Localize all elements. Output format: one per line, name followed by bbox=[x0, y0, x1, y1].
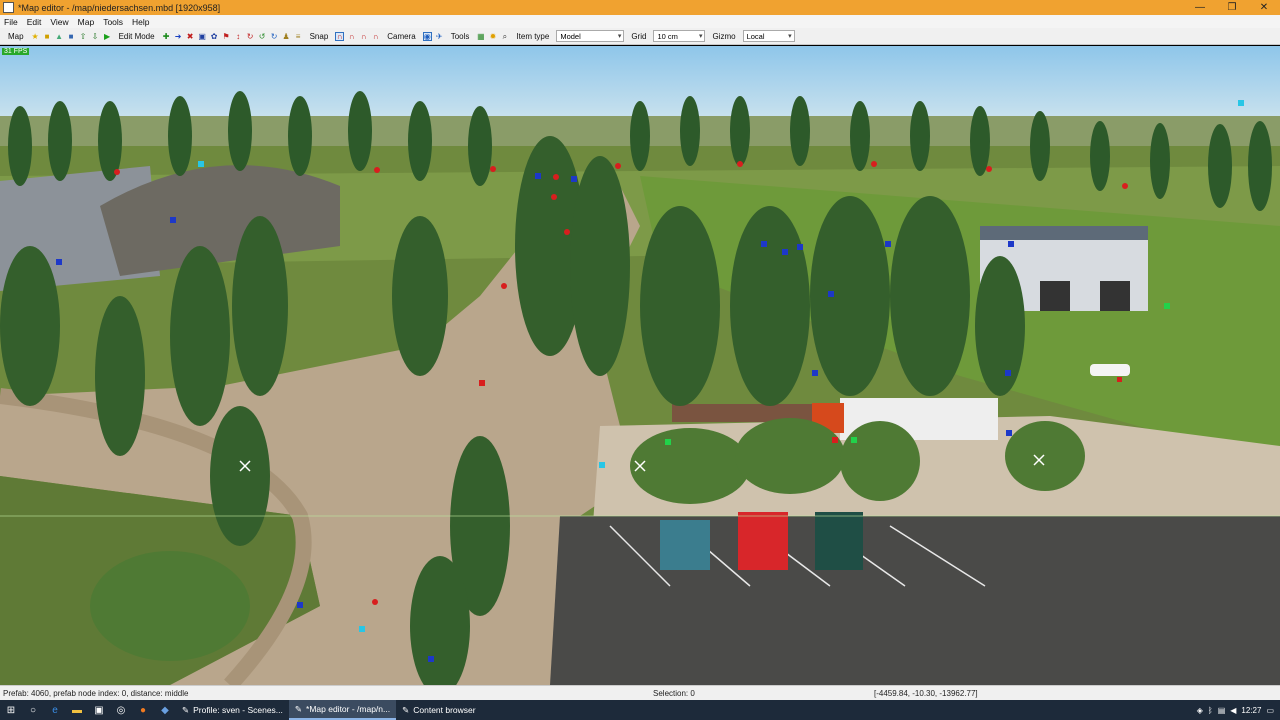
browser-icon[interactable]: e bbox=[44, 700, 66, 720]
search-icon[interactable]: ⌕ bbox=[500, 32, 509, 41]
map-toolbar-label: Map bbox=[8, 31, 24, 41]
clock[interactable]: 12:27 bbox=[1241, 706, 1261, 715]
download-icon[interactable]: ⇩ bbox=[91, 32, 100, 41]
3d-viewport[interactable]: 31 FPS bbox=[0, 46, 1280, 685]
save-icon[interactable]: ■ bbox=[67, 32, 76, 41]
magnet-terrain-icon[interactable]: ∩ bbox=[371, 32, 380, 41]
refresh-icon[interactable]: ↻ bbox=[270, 32, 279, 41]
menu-edit[interactable]: Edit bbox=[27, 17, 42, 27]
chevron-down-icon: ▾ bbox=[788, 33, 792, 40]
status-bar: Prefab: 4060, prefab node index: 0, dist… bbox=[0, 685, 1280, 700]
open-map-icon[interactable]: ▲ bbox=[55, 32, 64, 41]
star-icon[interactable]: ★ bbox=[31, 32, 40, 41]
arrow-right-icon[interactable]: ➜ bbox=[174, 32, 183, 41]
scene-render bbox=[0, 46, 1280, 685]
cursor-coordinates: [-4459.84, -10.30, -13962.77] bbox=[874, 688, 978, 698]
close-button[interactable]: ✕ bbox=[1248, 0, 1280, 15]
tools-label: Tools bbox=[450, 31, 470, 41]
app-icon bbox=[3, 2, 14, 13]
taskbar-app-profile[interactable]: ✎ Profile: sven - Scenes... bbox=[176, 700, 289, 720]
rotate-ccw-icon[interactable]: ↺ bbox=[258, 32, 267, 41]
bluetooth-icon[interactable]: ᛒ bbox=[1208, 706, 1213, 715]
play-icon[interactable]: ▶ bbox=[103, 32, 112, 41]
magnet-grid-icon[interactable]: ∩ bbox=[359, 32, 368, 41]
menu-view[interactable]: View bbox=[50, 17, 68, 27]
volume-icon[interactable]: ◀ bbox=[1230, 706, 1236, 715]
grid-select[interactable]: 10 cm ▾ bbox=[653, 30, 706, 42]
taskbar-app-content-browser[interactable]: ✎ Content browser bbox=[396, 700, 482, 720]
shield-icon[interactable]: ◈ bbox=[1197, 706, 1203, 715]
windows-start-icon[interactable]: ⊞ bbox=[0, 700, 22, 720]
taskbar-app-map-editor[interactable]: ✎ *Map editor - /map/n... bbox=[288, 700, 397, 720]
menu-tools[interactable]: Tools bbox=[103, 17, 123, 27]
restore-button[interactable]: ❐ bbox=[1216, 0, 1248, 15]
item-type-label: Item type bbox=[516, 31, 550, 41]
grid-label: Grid bbox=[631, 31, 647, 41]
network-icon[interactable]: ▤ bbox=[1218, 706, 1226, 715]
magnet-icon[interactable]: ∩ bbox=[335, 31, 345, 41]
properties-icon[interactable]: ▣ bbox=[198, 32, 207, 41]
editor-icon: ✎ bbox=[402, 704, 410, 715]
menu-help[interactable]: Help bbox=[132, 17, 149, 27]
folder-icon[interactable]: ▬ bbox=[66, 700, 88, 720]
menu-map[interactable]: Map bbox=[78, 17, 95, 27]
person-icon[interactable]: ♟ bbox=[282, 32, 291, 41]
gizmo-label: Gizmo bbox=[712, 31, 736, 41]
app-icon[interactable]: ◆ bbox=[154, 700, 176, 720]
gear-icon[interactable]: ✿ bbox=[210, 32, 219, 41]
prefab-info: Prefab: 4060, prefab node index: 0, dist… bbox=[3, 688, 189, 698]
store-icon[interactable]: ▣ bbox=[88, 700, 110, 720]
magnet-node-icon[interactable]: ∩ bbox=[347, 32, 356, 41]
chevron-down-icon: ▾ bbox=[617, 33, 622, 40]
layers-icon[interactable]: ≡ bbox=[294, 32, 303, 41]
toolbar: Map ★ ■ ▲ ■ ⇧ ⇩ ▶ Edit Mode ✚ ➜ ✖ ▣ ✿ ⚑ … bbox=[0, 28, 1280, 45]
snap-label: Snap bbox=[309, 31, 329, 41]
menu-bar: File Edit View Map Tools Help bbox=[0, 15, 1280, 28]
window-controls: — ❐ ✕ bbox=[1184, 0, 1280, 15]
height-icon[interactable]: ↕ bbox=[234, 32, 243, 41]
camera-fly-icon[interactable]: ✈ bbox=[435, 32, 444, 41]
edit-mode-label: Edit Mode bbox=[118, 31, 155, 41]
editor-icon: ✎ bbox=[182, 704, 190, 715]
selection-count: Selection: 0 bbox=[653, 688, 695, 698]
flag-icon[interactable]: ⚑ bbox=[222, 32, 231, 41]
camera-label: Camera bbox=[387, 31, 416, 41]
rotate-icon[interactable]: ↻ bbox=[246, 32, 255, 41]
search-icon[interactable]: ○ bbox=[22, 700, 44, 720]
title-bar: *Map editor - /map/niedersachsen.mbd [19… bbox=[0, 0, 1280, 15]
system-tray: ◈ ᛒ ▤ ◀ 12:27 ▭ bbox=[1197, 706, 1280, 715]
camera-icon[interactable]: ◉ bbox=[422, 31, 432, 41]
chevron-down-icon: ▾ bbox=[698, 33, 703, 40]
sun-icon[interactable]: ✹ bbox=[488, 32, 497, 41]
taskbar: ⊞ ○ e ▬ ▣ ◎ ● ◆ ✎ Profile: sven - Scenes.… bbox=[0, 700, 1280, 720]
fps-counter: 31 FPS bbox=[2, 48, 30, 55]
menu-file[interactable]: File bbox=[4, 17, 18, 27]
editor-icon: ✎ bbox=[294, 703, 303, 714]
upload-icon[interactable]: ⇧ bbox=[79, 32, 88, 41]
new-map-icon[interactable]: ■ bbox=[43, 32, 52, 41]
gizmo-select[interactable]: Local ▾ bbox=[742, 30, 795, 42]
delete-icon[interactable]: ✖ bbox=[186, 32, 195, 41]
notification-icon[interactable]: ▭ bbox=[1266, 706, 1274, 715]
window-title: *Map editor - /map/niedersachsen.mbd [19… bbox=[18, 2, 221, 13]
firefox-icon[interactable]: ● bbox=[132, 700, 154, 720]
move-icon[interactable]: ✚ bbox=[162, 32, 171, 41]
steam-icon[interactable]: ◎ bbox=[110, 700, 132, 720]
minimize-button[interactable]: — bbox=[1184, 0, 1216, 15]
item-type-select[interactable]: Model ▾ bbox=[556, 30, 625, 42]
grid-tool-icon[interactable]: ▦ bbox=[476, 32, 485, 41]
